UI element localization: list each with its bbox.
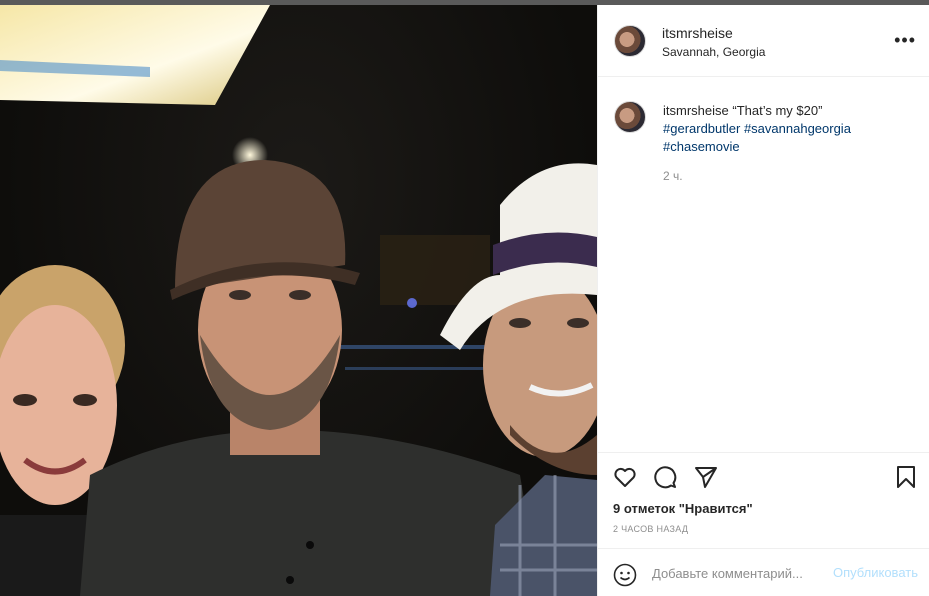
hashtag-link[interactable]: #chasemovie — [663, 139, 740, 154]
action-bar: 9 отметок "Нравится" 2 ЧАСОВ НАЗАД — [598, 452, 929, 548]
share-icon[interactable] — [694, 465, 718, 489]
bookmark-icon[interactable] — [894, 465, 918, 489]
comment-icon[interactable] — [653, 465, 677, 489]
hashtag-link[interactable]: #gerardbutler — [663, 121, 740, 136]
post-header: itsmrsheise Savannah, Georgia ••• — [598, 5, 929, 77]
likes-count[interactable]: 9 отметок "Нравится" — [613, 501, 753, 516]
photo-illustration — [0, 5, 597, 596]
caption-body: “That’s my $20” — [732, 103, 823, 118]
author-avatar[interactable] — [614, 25, 646, 57]
comment-bar: Опубликовать — [598, 548, 929, 596]
post-side-panel: itsmrsheise Savannah, Georgia ••• itsmrs… — [597, 5, 929, 596]
author-username[interactable]: itsmrsheise — [662, 25, 733, 41]
post-photo[interactable] — [0, 5, 597, 596]
post-timestamp[interactable]: 2 ЧАСОВ НАЗАД — [613, 524, 688, 534]
caption-time[interactable]: 2 ч. — [663, 169, 683, 183]
caption-username[interactable]: itsmrsheise — [663, 103, 729, 118]
emoji-icon[interactable] — [613, 563, 637, 587]
publish-button[interactable]: Опубликовать — [833, 565, 918, 580]
post-location[interactable]: Savannah, Georgia — [662, 45, 765, 59]
heart-icon[interactable] — [613, 465, 637, 489]
comment-input[interactable] — [652, 562, 822, 584]
more-options-icon[interactable]: ••• — [894, 31, 916, 49]
hashtag-link[interactable]: #savannahgeorgia — [744, 121, 851, 136]
caption-text: itsmrsheise “That’s my $20” #gerardbutle… — [663, 102, 913, 156]
caption-avatar[interactable] — [614, 101, 646, 133]
